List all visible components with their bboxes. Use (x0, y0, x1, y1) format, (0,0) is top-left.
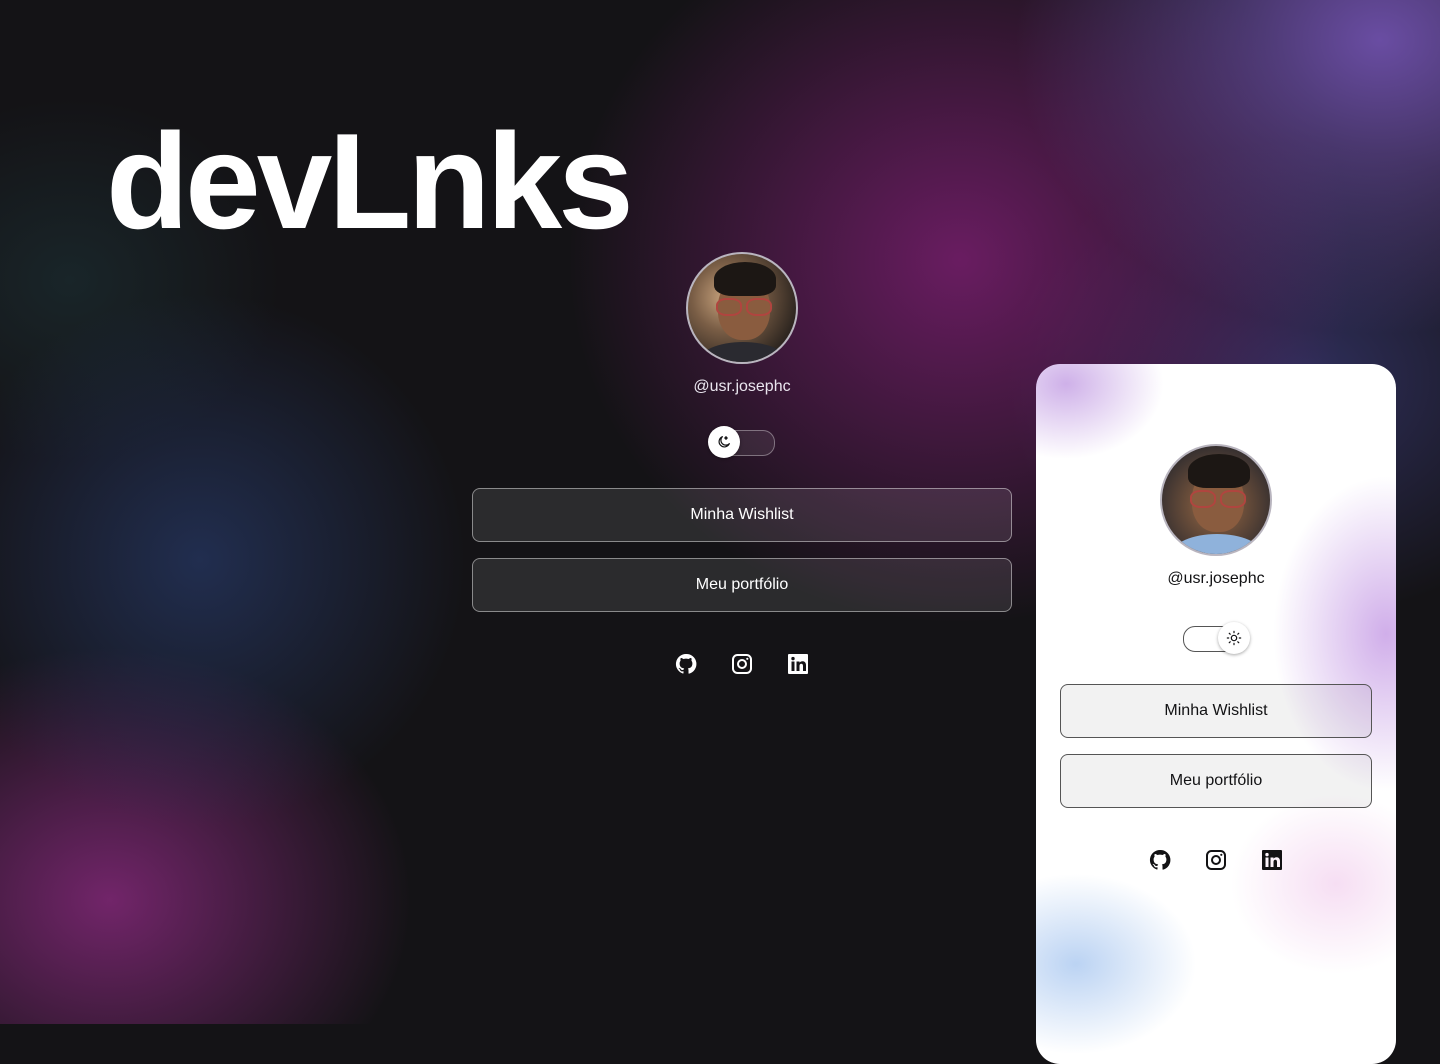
links-list: Minha Wishlist Meu portfólio (472, 488, 1012, 612)
wishlist-link-button[interactable]: Minha Wishlist (1060, 684, 1372, 738)
portfolio-link-button[interactable]: Meu portfólio (472, 558, 1012, 612)
wishlist-link-button[interactable]: Minha Wishlist (472, 488, 1012, 542)
moon-icon (718, 436, 730, 448)
theme-toggle[interactable] (708, 426, 775, 458)
linkedin-icon[interactable] (1260, 848, 1284, 872)
light-preview-card: @usr.josephc Minha Wishlist Meu portfóli… (1036, 364, 1396, 1064)
dark-profile: @usr.josephc Minha Wishlist Meu portfóli… (472, 252, 1012, 676)
username: @usr.josephc (1167, 570, 1265, 587)
linkedin-icon[interactable] (786, 652, 810, 676)
theme-toggle-knob[interactable] (708, 426, 740, 458)
social-links (1060, 848, 1372, 872)
instagram-icon[interactable] (730, 652, 754, 676)
brand-title: devLnks (106, 105, 634, 257)
github-icon[interactable] (1148, 848, 1172, 872)
light-profile: @usr.josephc Minha Wishlist Meu portfóli… (1060, 444, 1372, 872)
github-icon[interactable] (674, 652, 698, 676)
avatar (686, 252, 798, 364)
avatar (1160, 444, 1272, 556)
theme-toggle-knob[interactable] (1218, 622, 1250, 654)
links-list: Minha Wishlist Meu portfólio (1060, 684, 1372, 808)
instagram-icon[interactable] (1204, 848, 1228, 872)
social-links (472, 652, 1012, 676)
portfolio-link-button[interactable]: Meu portfólio (1060, 754, 1372, 808)
username: @usr.josephc (693, 378, 791, 395)
sun-icon (1226, 630, 1242, 646)
theme-toggle[interactable] (1183, 622, 1250, 654)
